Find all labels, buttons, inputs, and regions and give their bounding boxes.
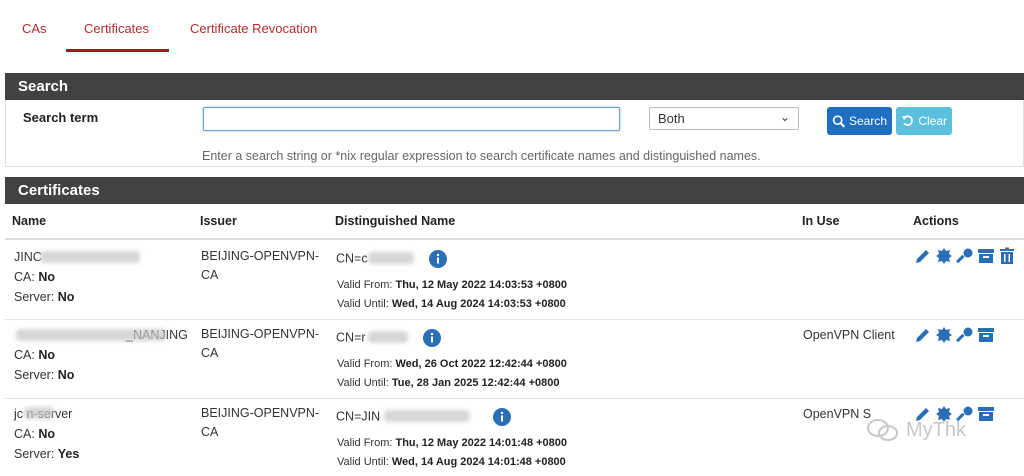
valid-from-value: Wed, 26 Oct 2022 12:42:44 +0800 — [395, 358, 567, 370]
row-divider — [5, 319, 1024, 320]
tab-bar: CAs Certificates Certificate Revocation — [0, 0, 1024, 52]
cert-dn-text: CN=JIN — [336, 409, 381, 424]
valid-until-value: Wed, 14 Aug 2024 14:03:53 +0800 — [391, 298, 566, 310]
table-header-divider — [5, 238, 1024, 240]
cert-in-use: OpenVPN S — [803, 407, 872, 421]
valid-from-label: Valid From: — [337, 358, 393, 370]
valid-until-label: Valid Until: — [337, 377, 389, 389]
certificate-seal-icon[interactable] — [935, 326, 953, 344]
watermark: MyThk — [866, 418, 966, 442]
archive-icon[interactable] — [977, 405, 995, 423]
valid-from-label: Valid From: — [337, 437, 393, 449]
trash-icon[interactable] — [998, 247, 1016, 265]
chevron-down-icon: ⌄ — [779, 110, 790, 124]
cert-in-use: OpenVPN Client — [803, 328, 895, 342]
archive-icon[interactable] — [977, 247, 995, 265]
search-scope-value: Both — [658, 111, 685, 126]
valid-from-value: Thu, 12 May 2022 14:03:53 +0800 — [395, 279, 568, 291]
cert-server-value: Yes — [57, 447, 80, 461]
watermark-text: MyThk — [906, 418, 966, 441]
cert-valid-until: Valid Until: Wed, 14 Aug 2024 14:03:53 +… — [337, 298, 566, 310]
redaction-blur — [384, 410, 470, 422]
cert-actions — [914, 247, 1016, 265]
key-icon[interactable] — [956, 326, 974, 344]
tab-certificate-revocation[interactable]: Certificate Revocation — [190, 21, 317, 36]
cert-dn-text: CN=r — [336, 330, 366, 345]
search-icon — [832, 115, 845, 128]
search-help-text: Enter a search string or *nix regular ex… — [202, 149, 761, 163]
redaction-blur — [40, 251, 140, 263]
cert-server-label: Server: — [14, 290, 55, 304]
valid-from-label: Valid From: — [337, 279, 393, 291]
pencil-icon[interactable] — [914, 326, 932, 344]
cert-ca-value: No — [38, 270, 55, 284]
cert-valid-from: Valid From: Wed, 26 Oct 2022 12:42:44 +0… — [337, 358, 567, 370]
cert-issuer: BEIJING-OPENVPN-CA — [201, 327, 320, 360]
column-header-in-use: In Use — [802, 214, 840, 228]
wechat-icon — [867, 419, 898, 441]
search-input[interactable] — [203, 107, 620, 131]
info-icon[interactable] — [422, 329, 441, 347]
valid-until-value: Tue, 28 Jan 2025 12:42:44 +0800 — [391, 377, 560, 389]
cert-ca-label: CA: — [14, 270, 35, 284]
redaction-blur — [16, 329, 166, 341]
archive-icon[interactable] — [977, 326, 995, 344]
column-header-name: Name — [12, 214, 47, 228]
search-scope-select[interactable]: Both ⌄ — [649, 107, 799, 130]
valid-from-value: Thu, 12 May 2022 14:01:48 +0800 — [395, 437, 568, 449]
clear-button[interactable]: Clear — [896, 107, 952, 135]
tab-certificates[interactable]: Certificates — [84, 21, 149, 36]
column-header-distinguished-name: Distinguished Name — [335, 214, 456, 228]
redaction-blur — [368, 331, 408, 343]
redaction-blur — [24, 407, 54, 419]
cert-ca-label: CA: — [14, 427, 35, 441]
cert-server-label: Server: — [14, 368, 55, 382]
cert-issuer: BEIJING-OPENVPN-CA — [201, 249, 320, 282]
tab-cas[interactable]: CAs — [22, 21, 47, 36]
column-header-issuer: Issuer — [200, 214, 237, 228]
cert-ca-label: CA: — [14, 348, 35, 362]
cert-ca-value: No — [38, 348, 55, 362]
info-icon[interactable] — [428, 250, 447, 268]
redaction-blur — [368, 252, 414, 264]
cert-ca-value: No — [38, 427, 55, 441]
valid-until-value: Wed, 14 Aug 2024 14:01:48 +0800 — [391, 456, 566, 468]
cert-valid-from: Valid From: Thu, 12 May 2022 14:01:48 +0… — [337, 437, 567, 449]
valid-until-label: Valid Until: — [337, 298, 389, 310]
cert-dn-text: CN=c — [336, 251, 368, 266]
cert-name-text: JINC — [14, 250, 42, 264]
cert-server-value: No — [57, 290, 75, 304]
search-panel-header: Search — [5, 73, 1024, 100]
cert-valid-from: Valid From: Thu, 12 May 2022 14:03:53 +0… — [337, 279, 567, 291]
search-button[interactable]: Search — [827, 107, 892, 135]
column-header-actions: Actions — [913, 214, 959, 228]
valid-until-label: Valid Until: — [337, 456, 389, 468]
cert-valid-until: Valid Until: Wed, 14 Aug 2024 14:01:48 +… — [337, 456, 566, 468]
search-term-label: Search term — [23, 110, 99, 125]
certificates-panel-header: Certificates — [5, 177, 1024, 204]
info-icon[interactable] — [493, 408, 512, 426]
cert-issuer: BEIJING-OPENVPN-CA — [201, 406, 320, 439]
cert-valid-until: Valid Until: Tue, 28 Jan 2025 12:42:44 +… — [337, 377, 560, 389]
cert-actions — [914, 326, 995, 344]
cert-server-value: No — [57, 368, 75, 382]
active-tab-indicator — [66, 49, 169, 52]
key-icon[interactable] — [956, 247, 974, 265]
pencil-icon[interactable] — [914, 247, 932, 265]
clear-button-label: Clear — [918, 114, 947, 128]
cert-server-label: Server: — [14, 447, 55, 461]
undo-icon — [902, 115, 913, 126]
certificate-seal-icon[interactable] — [935, 247, 953, 265]
search-button-label: Search — [848, 114, 887, 128]
row-divider — [5, 398, 1024, 399]
